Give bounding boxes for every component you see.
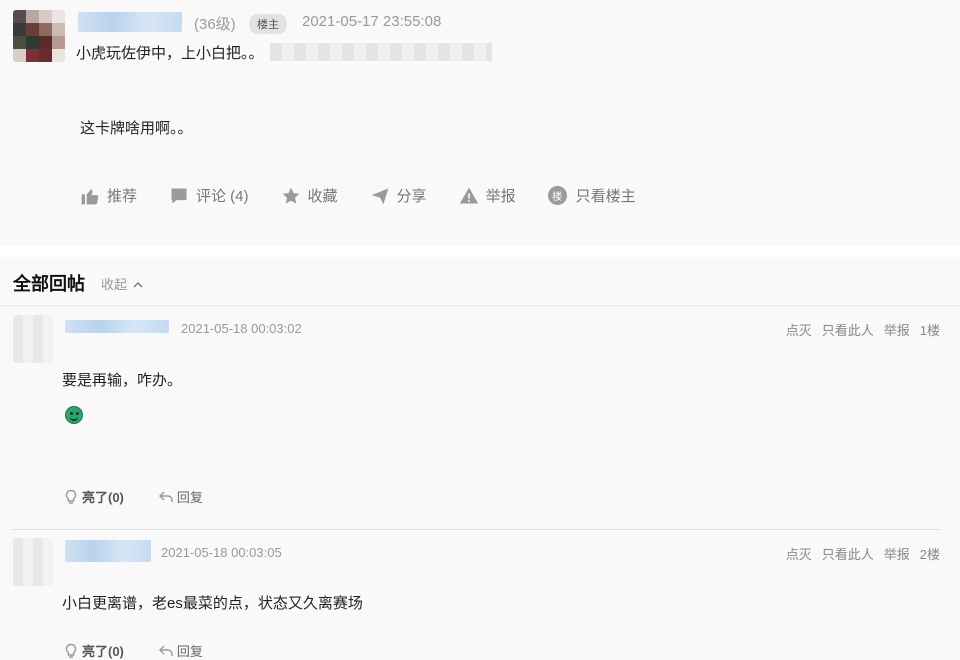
post-title: 小虎玩佐伊中，上小白把。。 — [76, 45, 264, 62]
owner-badge: 楼主 — [249, 14, 287, 34]
lightbulb-icon — [65, 643, 77, 658]
reply-text: 要是再输，咋办。 — [62, 372, 183, 389]
reply-username-redacted[interactable] — [65, 540, 151, 562]
recommend-button[interactable]: 推荐 — [80, 185, 137, 206]
reply-arrow-icon — [158, 491, 173, 502]
reply-tools: 点灭 只看此人 举报 2楼 — [776, 544, 940, 563]
smile-emoji-icon — [65, 406, 83, 424]
share-button[interactable]: 分享 — [370, 185, 427, 206]
reply-report-button[interactable]: 举报 — [884, 544, 910, 563]
reply-button[interactable]: 回复 — [158, 487, 203, 506]
only-owner-button[interactable]: 楼 只看楼主 — [547, 185, 636, 206]
recommend-label: 推荐 — [107, 188, 138, 205]
reply-item: 2021-05-18 00:03:02 点灭 只看此人 举报 1楼 要是再输，咋… — [0, 307, 960, 529]
replies-title: 全部回帖 — [13, 274, 85, 294]
reply-tools: 点灭 只看此人 举报 1楼 — [776, 320, 940, 339]
reply-item: 2021-05-18 00:03:05 点灭 只看此人 举报 2楼 小白更离谱，… — [0, 530, 960, 660]
op-avatar[interactable] — [13, 10, 65, 62]
downvote-button[interactable]: 点灭 — [786, 544, 812, 563]
share-label: 分享 — [396, 188, 427, 205]
post-body: 这卡牌啥用啊。。 — [80, 120, 193, 137]
like-label: 亮了(0) — [82, 490, 124, 505]
share-icon — [371, 188, 388, 204]
op-timestamp: 2021-05-17 23:55:08 — [302, 13, 442, 30]
reply-button[interactable]: 回复 — [158, 641, 203, 660]
comment-label: 评论 (4) — [196, 188, 249, 205]
warning-icon — [459, 187, 478, 203]
like-button[interactable]: 亮了(0) — [63, 641, 124, 660]
only-this-user-button[interactable]: 只看此人 — [822, 320, 874, 339]
replies-header: 全部回帖 收起 — [0, 257, 960, 306]
chevron-up-icon — [133, 282, 143, 288]
favorite-button[interactable]: 收藏 — [281, 185, 338, 206]
reply-text: 小白更离谱，老es最菜的点，状态又久离赛场 — [62, 595, 363, 612]
only-this-user-button[interactable]: 只看此人 — [822, 544, 874, 563]
like-label: 亮了(0) — [82, 644, 124, 659]
comment-icon — [171, 188, 187, 203]
reply-username-redacted[interactable] — [65, 320, 169, 333]
floor-number: 1楼 — [919, 323, 940, 338]
reply-label: 回复 — [176, 644, 203, 659]
reply-arrow-icon — [158, 645, 173, 656]
report-button[interactable]: 举报 — [459, 185, 516, 206]
original-post: (36级) 楼主 2021-05-17 23:55:08 小虎玩佐伊中，上小白把… — [0, 0, 960, 246]
title-redacted — [270, 43, 492, 61]
star-icon — [282, 187, 299, 204]
reply-timestamp: 2021-05-18 00:03:02 — [181, 321, 302, 336]
floor-number: 2楼 — [919, 547, 940, 562]
downvote-button[interactable]: 点灭 — [786, 320, 812, 339]
like-button[interactable]: 亮了(0) — [63, 487, 124, 506]
reply-report-button[interactable]: 举报 — [884, 320, 910, 339]
thumbs-up-icon — [81, 188, 99, 204]
reply-actions: 亮了(0) 回复 — [63, 487, 237, 506]
favorite-label: 收藏 — [307, 188, 338, 205]
section-gap — [0, 246, 960, 257]
only-owner-label: 只看楼主 — [575, 188, 636, 205]
reply-avatar[interactable] — [13, 315, 53, 363]
reply-avatar[interactable] — [13, 538, 53, 586]
collapse-button[interactable]: 收起 — [101, 274, 143, 293]
comment-button[interactable]: 评论 (4) — [169, 185, 249, 206]
post-actions: 推荐 评论 (4) 收藏 分享 举报 楼 只看楼主 — [80, 185, 668, 206]
report-label: 举报 — [485, 188, 516, 205]
collapse-label: 收起 — [101, 277, 128, 292]
lightbulb-icon — [65, 489, 77, 504]
reply-actions: 亮了(0) 回复 — [63, 641, 237, 660]
op-level: (36级) — [194, 16, 236, 33]
reply-label: 回复 — [176, 490, 203, 505]
owner-badge-icon: 楼 — [547, 186, 567, 205]
op-username-redacted[interactable] — [78, 12, 182, 32]
reply-timestamp: 2021-05-18 00:03:05 — [161, 545, 282, 560]
